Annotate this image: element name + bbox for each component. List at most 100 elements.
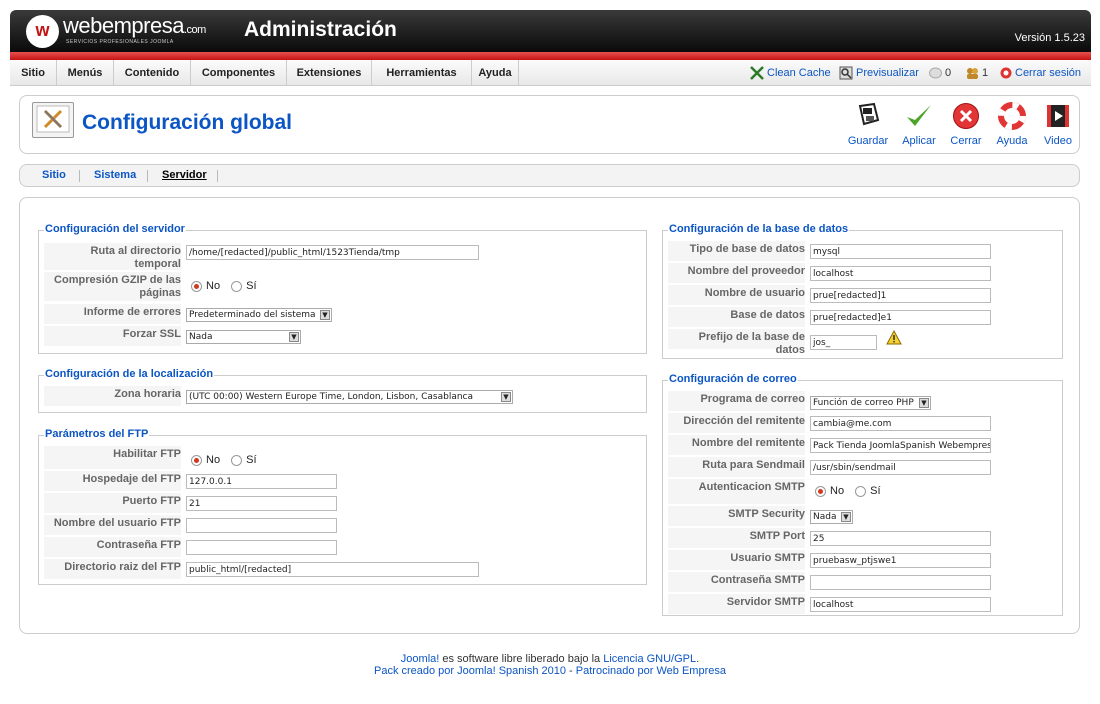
gzip-yes-radio[interactable]: [231, 280, 243, 292]
gpl-license-link[interactable]: Licencia GNU/GPL: [603, 653, 696, 665]
menu-contenido[interactable]: Contenido: [114, 60, 191, 86]
webempresa-link[interactable]: Patrocinado por Web Empresa: [576, 665, 726, 677]
db-name-input[interactable]: prue[redacted]e1: [810, 310, 991, 325]
gzip-no-radio[interactable]: [191, 280, 202, 292]
preview-link[interactable]: Previsualizar: [839, 60, 919, 86]
db-host-input[interactable]: localhost: [810, 266, 991, 281]
apply-button[interactable]: Aplicar: [897, 102, 941, 147]
gzip-label: Compresión GZIP de las páginas: [54, 274, 181, 299]
ftp-enable-label: Habilitar FTP: [113, 448, 181, 460]
smtp-auth-yes-radio[interactable]: [855, 485, 867, 497]
force-ssl-select[interactable]: Nada ▼: [186, 330, 301, 344]
smtp-port-input[interactable]: 25: [810, 531, 991, 546]
timezone-select[interactable]: (UTC 00:00) Western Europe Time, London,…: [186, 390, 513, 404]
ftp-root-input[interactable]: public_html/[redacted]: [186, 562, 479, 577]
form-row: Autenticacion SMTP: [668, 479, 805, 505]
users-online-count[interactable]: 1: [966, 60, 988, 86]
error-report-select[interactable]: Predeterminado del sistema ▼: [186, 308, 332, 322]
save-button[interactable]: Guardar: [846, 102, 890, 147]
smtp-port-label: SMTP Port: [749, 530, 805, 542]
clean-cache-link[interactable]: Clean Cache: [750, 60, 831, 86]
smtp-server-label: Servidor SMTP: [726, 596, 805, 608]
close-icon: [953, 103, 979, 129]
menu-componentes[interactable]: Componentes: [191, 60, 287, 86]
smtp-auth-no-radio[interactable]: [815, 485, 826, 497]
db-user-input[interactable]: prue[redacted]1: [810, 288, 991, 303]
ftp-no-radio[interactable]: [191, 454, 202, 466]
ftp-yes-radio[interactable]: [231, 454, 243, 466]
close-button[interactable]: Cerrar: [944, 102, 988, 147]
mail-from-input[interactable]: cambia@me.com: [810, 416, 991, 431]
db-host-label: Nombre del proveedor: [687, 265, 805, 277]
broom-icon: [750, 66, 764, 80]
smtp-password-input[interactable]: [810, 575, 991, 590]
form-row: Zona horaria: [44, 386, 181, 407]
ftp-settings-legend: Parámetros del FTP: [44, 428, 150, 440]
db-prefix-input[interactable]: jos_: [810, 335, 877, 350]
form-row: Nombre de usuario: [668, 285, 805, 306]
mailer-select[interactable]: Función de correo PHP ▼: [810, 396, 931, 410]
form-row: Nombre del usuario FTP: [44, 515, 181, 536]
smtp-security-label: SMTP Security: [728, 508, 805, 520]
menu-ayuda[interactable]: Ayuda: [472, 60, 519, 86]
form-row: SMTP Port: [668, 528, 805, 549]
form-row: Dirección del remitente: [668, 413, 805, 434]
menu-herramientas[interactable]: Herramientas: [372, 60, 472, 86]
dropdown-arrow-icon: ▼: [289, 332, 299, 342]
joomla-spanish-link[interactable]: Pack creado por Joomla! Spanish 2010: [374, 665, 566, 677]
mail-settings-fieldset: Configuración de correo Programa de corr…: [662, 373, 1063, 616]
smtp-server-input[interactable]: localhost: [810, 597, 991, 612]
ftp-host-input[interactable]: 127.0.0.1: [186, 474, 337, 489]
form-row: Contraseña SMTP: [668, 572, 805, 593]
ftp-password-input[interactable]: [186, 540, 337, 555]
lifebuoy-icon: [998, 102, 1026, 130]
ftp-enable-radio-group: No Sí: [191, 454, 265, 466]
sendmail-path-input[interactable]: /usr/sbin/sendmail: [810, 460, 991, 475]
ftp-host-label: Hospedaje del FTP: [82, 473, 181, 485]
config-content: Configuración del servidor Ruta al direc…: [19, 197, 1080, 634]
db-type-input[interactable]: mysql: [810, 244, 991, 259]
error-report-label: Informe de errores: [83, 306, 181, 318]
menu-sitio[interactable]: Sitio: [10, 60, 57, 86]
video-button[interactable]: Video: [1036, 102, 1080, 147]
menu-extensiones[interactable]: Extensiones: [287, 60, 372, 86]
dropdown-arrow-icon: ▼: [841, 512, 851, 522]
page-title: Configuración global: [82, 111, 292, 134]
smtp-password-label: Contraseña SMTP: [710, 574, 805, 586]
ftp-root-label: Directorio raiz del FTP: [64, 561, 181, 573]
form-row: Servidor SMTP: [668, 594, 805, 615]
header-red-bar: [10, 52, 1091, 60]
messages-count[interactable]: 0: [929, 60, 951, 86]
mail-settings-legend: Configuración de correo: [668, 373, 798, 385]
config-tabs: Sitio Sistema Servidor: [19, 164, 1080, 187]
smtp-security-select[interactable]: Nada ▼: [810, 510, 853, 524]
ftp-user-label: Nombre del usuario FTP: [53, 517, 181, 529]
form-row: Tipo de base de datos: [668, 241, 805, 262]
tab-servidor[interactable]: Servidor: [162, 169, 207, 181]
form-row: Usuario SMTP: [668, 550, 805, 571]
warning-icon: [886, 330, 902, 345]
ftp-user-input[interactable]: [186, 518, 337, 533]
joomla-link[interactable]: Joomla!: [401, 653, 440, 665]
locale-settings-fieldset: Configuración de la localización Zona ho…: [38, 368, 647, 413]
dropdown-arrow-icon: ▼: [320, 310, 330, 320]
form-row: Ruta al directorio temporal: [44, 243, 181, 271]
tmp-path-input[interactable]: /home/[redacted]/public_html/1523Tienda/…: [186, 245, 479, 260]
tab-sistema[interactable]: Sistema: [94, 169, 136, 181]
mailer-label: Programa de correo: [700, 393, 805, 405]
smtp-auth-radio-group: No Sí: [815, 485, 889, 497]
form-row: Nombre del remitente: [668, 435, 805, 456]
help-button[interactable]: Ayuda: [990, 102, 1034, 147]
mail-fromname-input[interactable]: Pack Tienda JoomlaSpanish Webempresa: [810, 438, 991, 453]
menu-menus[interactable]: Menús: [57, 60, 114, 86]
form-row: Ruta para Sendmail: [668, 457, 805, 478]
server-settings-fieldset: Configuración del servidor Ruta al direc…: [38, 223, 647, 354]
smtp-user-input[interactable]: pruebasw_ptjswe1: [810, 553, 991, 568]
tab-sitio[interactable]: Sitio: [42, 169, 66, 181]
form-row: Contraseña FTP: [44, 537, 181, 558]
dropdown-arrow-icon: ▼: [919, 398, 929, 408]
logout-link[interactable]: Cerrar sesión: [1000, 60, 1081, 86]
admin-header: w webempresa.com SERVICIOS PROFESIONALES…: [10, 10, 1091, 52]
ftp-port-input[interactable]: 21: [186, 496, 337, 511]
db-name-label: Base de datos: [730, 309, 805, 321]
